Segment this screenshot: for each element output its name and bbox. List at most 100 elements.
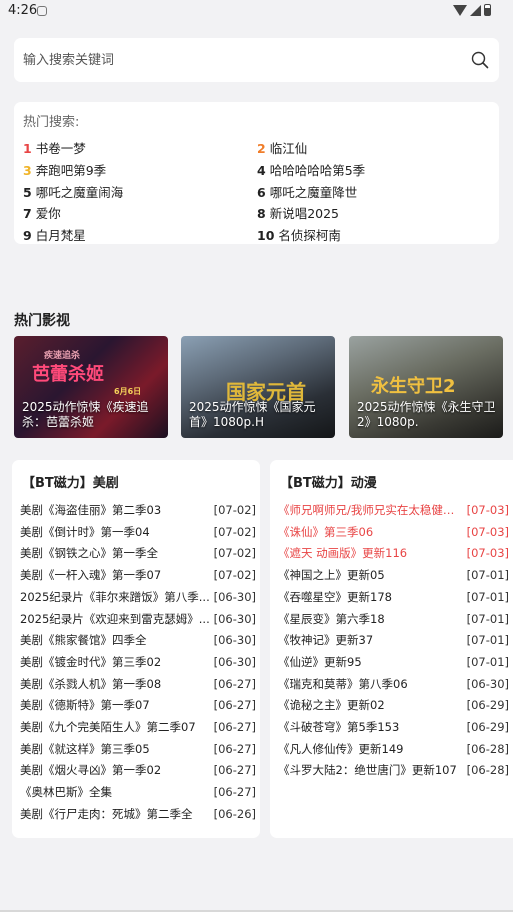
search-input[interactable] <box>23 50 443 70</box>
status-time: 4:26 <box>8 3 38 18</box>
movie-poster-3[interactable]: 永生守卫2 2025动作惊悚《永生守卫2》1080p. <box>349 336 503 438</box>
us-series-panel: 【BT磁力】美剧 美剧《海盗佳丽》第二季03 [07-02] 美剧《倒计时》第一季0… <box>12 460 260 838</box>
list-item[interactable]: 美剧《九个完美陌生人》第二季07 [06-27] <box>20 717 256 737</box>
hot-search-item[interactable]: 9 白月梵星 <box>23 225 86 244</box>
hot-search-item[interactable]: 6 哪吒之魔童降世 <box>257 182 357 201</box>
list-item-date: [07-02] <box>213 524 256 539</box>
list-item-title: 美剧《行尸走肉：死城》第二季全 <box>20 806 193 821</box>
list-item-title: 美剧《一杆入魂》第一季07 <box>20 568 162 583</box>
status-icons <box>453 4 491 16</box>
hot-search-rank: 2 <box>257 141 266 156</box>
movie-caption: 2025动作惊悚《国家元首》1080p.H <box>189 400 316 429</box>
list-item-title: 《遮天 动画版》更新116 <box>278 546 408 561</box>
hot-search-label: 哪吒之魔童降世 <box>269 184 358 200</box>
list-item[interactable]: 美剧《就这样》第三季05 [06-27] <box>20 739 256 759</box>
hot-search-label: 爱你 <box>35 206 61 222</box>
list-item[interactable]: 2025纪录片《菲尔来蹭饭》第八季... [06-30] <box>20 587 256 607</box>
list-item-date: [06-27] <box>213 676 256 691</box>
list-item-title: 美剧《钢铁之心》第一季全 <box>20 546 158 561</box>
hot-search-item[interactable]: 2 临江仙 <box>257 138 307 157</box>
list-item[interactable]: 《诡秘之主》更新02 [06-29] <box>278 695 509 715</box>
notification-icon <box>37 6 47 16</box>
anime-panel: 【BT磁力】动漫 《师兄啊师兄/我师兄实在太稳健了... [07-03] 《诛仙》第… <box>270 460 513 838</box>
us-series-title: 【BT磁力】美剧 <box>22 476 119 491</box>
list-item[interactable]: 美剧《镀金时代》第三季02 [06-30] <box>20 652 256 672</box>
hot-search-item[interactable]: 8 新说唱2025 <box>257 203 339 222</box>
list-item-title: 《诡秘之主》更新02 <box>278 698 385 713</box>
list-item-date: [06-27] <box>213 741 256 756</box>
list-item[interactable]: 美剧《钢铁之心》第一季全 [07-02] <box>20 543 256 563</box>
hot-search-item[interactable]: 5 哪吒之魔童闹海 <box>23 182 123 201</box>
hot-search-rank: 7 <box>23 206 32 222</box>
list-item-date: [07-01] <box>466 654 509 669</box>
list-item-title: 美剧《海盗佳丽》第二季03 <box>20 503 162 517</box>
list-item[interactable]: 《瑞克和莫蒂》第八季06 [06-30] <box>278 674 509 694</box>
hot-search-item[interactable]: 1 书卷一梦 <box>23 138 86 157</box>
list-item-date: [07-03] <box>466 524 509 539</box>
list-item-date: [07-01] <box>466 633 509 648</box>
list-item-title: 《凡人修仙传》更新149 <box>278 741 404 756</box>
list-item[interactable]: 美剧《行尸走肉：死城》第二季全 [06-26] <box>20 804 256 824</box>
wifi-icon <box>453 4 467 16</box>
list-item-title: 美剧《德斯特》第一季07 <box>20 698 150 713</box>
list-item-date: [06-30] <box>213 589 256 604</box>
search-icon[interactable] <box>471 51 489 69</box>
list-item-date: [07-02] <box>213 503 256 517</box>
list-item[interactable]: 《斗破苍穹》第5季153 [06-29] <box>278 717 509 737</box>
list-item[interactable]: 《凡人修仙传》更新149 [06-28] <box>278 739 509 759</box>
hot-search-rank: 1 <box>23 141 32 156</box>
list-item[interactable]: 《师兄啊师兄/我师兄实在太稳健了... [07-03] <box>278 500 509 520</box>
list-item[interactable]: 《奥林巴斯》全集 [06-27] <box>20 782 256 802</box>
list-item-date: [06-27] <box>213 763 256 778</box>
hot-search-label: 名侦探柯南 <box>278 228 341 244</box>
hot-search-panel: 热门搜索: 1 书卷一梦 2 临江仙 3 奔跑吧第9季 4 哈哈哈哈哈第5季 5 哪吒之魔童闹海 6… <box>14 102 499 244</box>
list-item[interactable]: 《斗罗大陆2：绝世唐门》更新107 [06-28] <box>278 760 509 780</box>
list-item-title: 《神国之上》更新05 <box>278 568 385 583</box>
list-item-title: 2025纪录片《欢迎来到雷克瑟姆》... <box>20 611 210 626</box>
list-item-date: [06-28] <box>466 741 509 756</box>
list-item-title: 美剧《倒计时》第一季04 <box>20 524 150 539</box>
search-bar[interactable] <box>14 38 499 82</box>
list-item-date: [06-26] <box>213 806 256 821</box>
list-item[interactable]: 《星辰变》第六季18 [07-01] <box>278 609 509 629</box>
hot-search-item[interactable]: 7 爱你 <box>23 203 61 222</box>
movie-poster-2[interactable]: 国家元首 2025动作惊悚《国家元首》1080p.H <box>181 336 335 438</box>
list-item-date: [06-27] <box>213 720 256 734</box>
hot-search-label: 新说唱2025 <box>269 206 340 222</box>
hot-search-title: 热门搜索: <box>23 115 80 130</box>
anime-title: 【BT磁力】动漫 <box>280 476 377 491</box>
movie-poster-1[interactable]: 疾速追杀 芭蕾杀姬 6月6日 2025动作惊悚《疾速追杀：芭蕾杀姬 <box>14 336 168 438</box>
list-item-date: [07-03] <box>466 546 509 561</box>
signal-icon <box>470 4 481 16</box>
list-item[interactable]: 《诛仙》第三季06 [07-03] <box>278 522 509 542</box>
list-item-title: 美剧《杀戮人机》第一季08 <box>20 676 162 691</box>
list-item-date: [07-01] <box>466 611 509 626</box>
list-item[interactable]: 美剧《烟火寻凶》第一季02 [06-27] <box>20 760 256 780</box>
hot-search-rank: 6 <box>257 184 266 200</box>
list-item[interactable]: 《牧神记》更新37 [07-01] <box>278 630 509 650</box>
list-item-title: 《诛仙》第三季06 <box>278 524 374 539</box>
list-item[interactable]: 美剧《杀戮人机》第一季08 [06-27] <box>20 674 256 694</box>
list-item[interactable]: 《神国之上》更新05 [07-01] <box>278 565 509 585</box>
list-item-date: [06-29] <box>466 720 509 734</box>
hot-search-label: 临江仙 <box>269 141 308 156</box>
list-item-title: 《星辰变》第六季18 <box>278 611 385 626</box>
list-item-date: [06-30] <box>466 676 509 691</box>
hot-search-item[interactable]: 3 奔跑吧第9季 <box>23 160 106 179</box>
list-item[interactable]: 美剧《德斯特》第一季07 [06-27] <box>20 695 256 715</box>
list-item[interactable]: 2025纪录片《欢迎来到雷克瑟姆》... [06-30] <box>20 609 256 629</box>
list-item-date: [06-30] <box>213 654 256 669</box>
hot-search-item[interactable]: 4 哈哈哈哈哈第5季 <box>257 160 365 179</box>
hot-search-item[interactable]: 10 名侦探柯南 <box>257 225 341 244</box>
list-item-date: [06-29] <box>466 698 509 713</box>
list-item[interactable]: 美剧《熊家餐馆》四季全 [06-30] <box>20 630 256 650</box>
list-item[interactable]: 《吞噬星空》更新178 [07-01] <box>278 587 509 607</box>
list-item-title: 美剧《镀金时代》第三季02 <box>20 654 162 669</box>
list-item[interactable]: 美剧《一杆入魂》第一季07 [07-02] <box>20 565 256 585</box>
list-item[interactable]: 《仙逆》更新95 [07-01] <box>278 652 509 672</box>
list-item[interactable]: 美剧《倒计时》第一季04 [07-02] <box>20 522 256 542</box>
list-item-date: [06-27] <box>213 698 256 713</box>
status-bar: 4:26 <box>0 0 513 22</box>
list-item[interactable]: 美剧《海盗佳丽》第二季03 [07-02] <box>20 500 256 520</box>
list-item[interactable]: 《遮天 动画版》更新116 [07-03] <box>278 543 509 563</box>
